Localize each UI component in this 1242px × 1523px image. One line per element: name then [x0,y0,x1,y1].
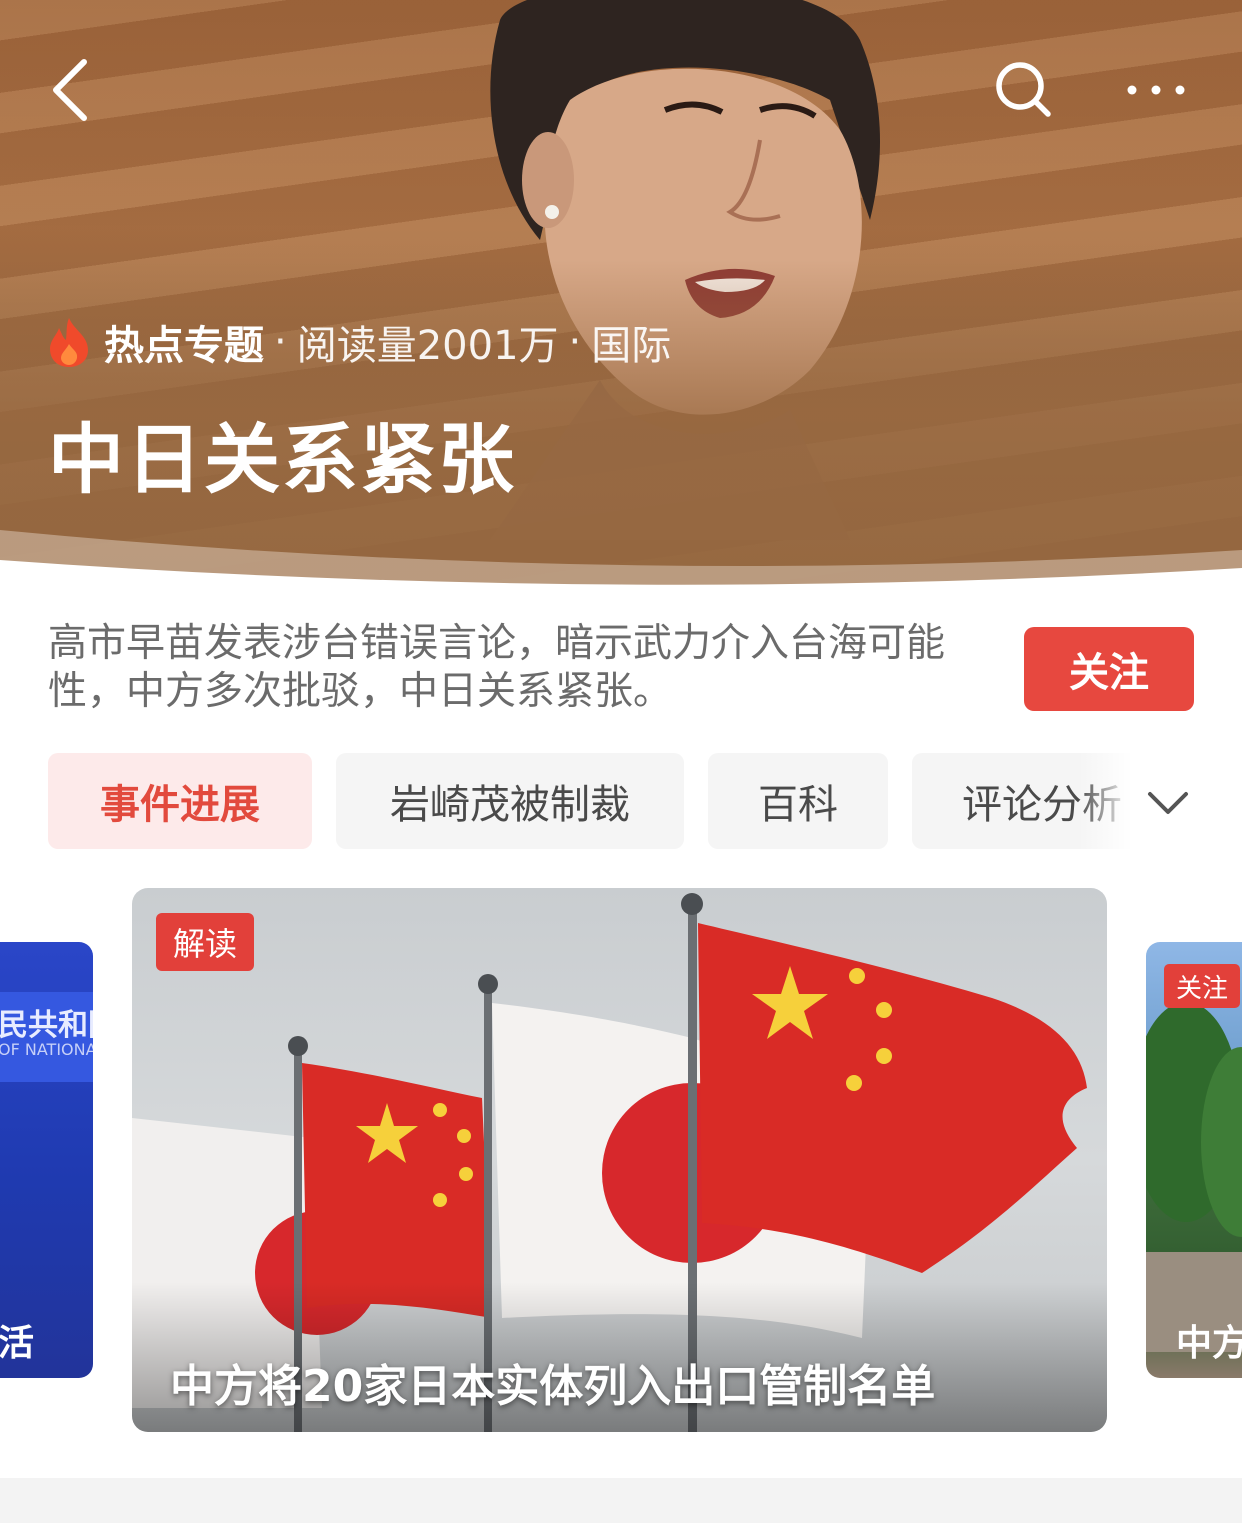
card-badge: 关注 [1164,964,1240,1008]
tab-event-progress[interactable]: 事件进展 [48,753,312,849]
hero-bottom-curve [0,530,1242,600]
topic-tab-bar: 事件进展 岩崎茂被制裁 百科 评论分析 [48,753,1242,849]
card-image-subtext: OF NATIONAL [0,1040,93,1059]
trees-photo [1146,1002,1242,1352]
more-dots-icon [1127,85,1185,95]
tab-iwasaki-sanctioned[interactable]: 岩崎茂被制裁 [336,753,684,849]
expand-tabs-button[interactable] [1140,775,1196,831]
topic-read-count: 阅读量2001万 [296,323,559,369]
carousel-card-current[interactable]: 解读 中方将20家日本实体列入出口管制名单 [132,888,1107,1432]
back-arrow-icon [53,59,87,121]
topic-section[interactable]: 国际 [591,313,671,371]
topic-category-tag: 热点专题 [104,323,264,369]
topic-meta-line: 热点专题 · 阅读量2001万 · 国际 [46,312,671,372]
card-caption: 中方将20家日本实体列入出口管制名单 [170,1361,936,1412]
topic-description: 高市早苗发表涉台错误言论，暗示武力介入台海可能性，中方多次批驳，中日关系紧张。 [48,621,946,714]
card-image-text: 民共和国 [0,1008,93,1043]
carousel-card-previous[interactable]: 民共和国 OF NATIONAL 活 [0,942,93,1378]
back-button[interactable] [30,50,110,130]
tab-encyclopedia[interactable]: 百科 [708,753,888,849]
search-button[interactable] [984,50,1064,130]
meta-separator: · [568,319,582,365]
topic-hero-banner: 热点专题 · 阅读量2001万 · 国际 中日关系紧张 [0,0,1242,600]
fire-icon [50,318,88,367]
search-icon [996,62,1051,117]
card-caption: 活 [0,1323,35,1364]
topic-title: 中日关系紧张 [48,415,516,504]
card-badge: 解读 [156,913,254,971]
chevron-down-icon [1148,792,1188,814]
carousel-card-next[interactable]: 关注 中方 [1146,942,1242,1378]
follow-button[interactable]: 关注 [1024,627,1194,711]
section-divider [0,1478,1242,1523]
meta-separator: · [274,319,287,365]
more-options-button[interactable] [1116,50,1196,130]
card-caption: 中方 [1176,1323,1242,1364]
